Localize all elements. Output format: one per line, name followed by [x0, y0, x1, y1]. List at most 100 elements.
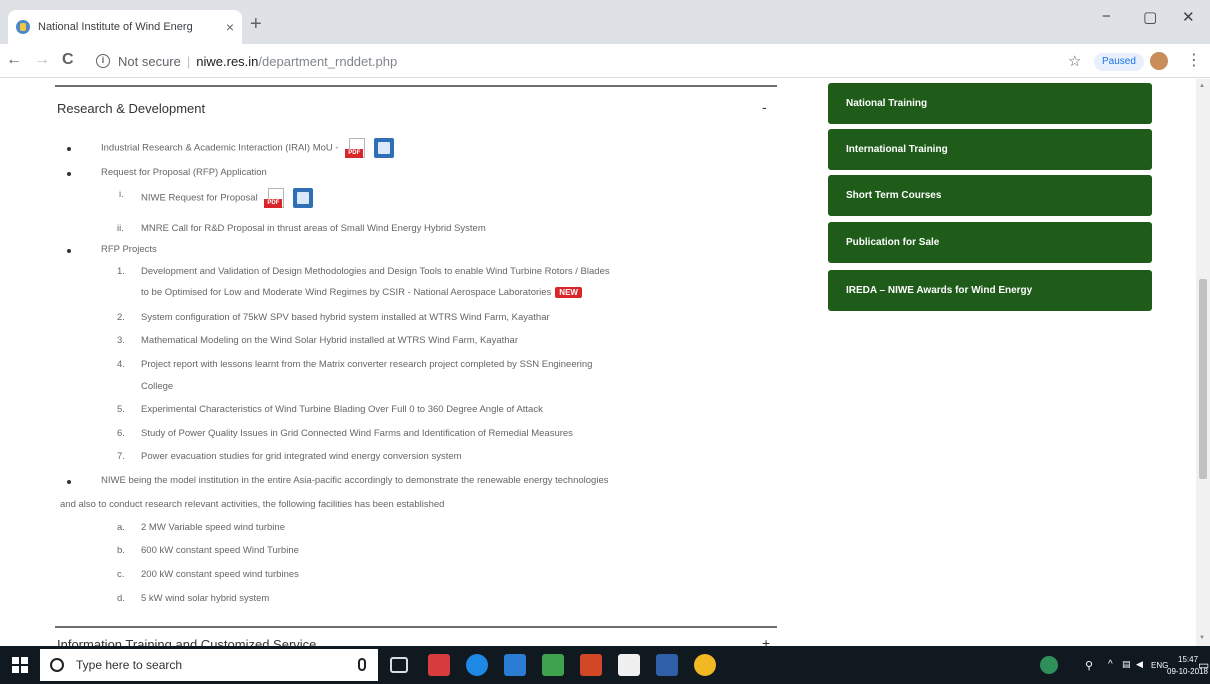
document-icon[interactable] [292, 188, 313, 208]
scroll-thumb[interactable] [1199, 279, 1207, 479]
mail-app-icon[interactable] [428, 654, 450, 676]
people-icon[interactable]: ⚲ [1085, 659, 1093, 672]
bullet [67, 480, 71, 484]
list-number: ii. [117, 223, 124, 234]
maximize-button[interactable]: ▢ [1143, 8, 1157, 26]
list-number: 7. [117, 451, 125, 462]
security-label: Not secure [118, 53, 181, 69]
close-window-button[interactable]: ✕ [1182, 8, 1195, 26]
list-number: 2. [117, 312, 125, 323]
url-path: /department_rnddet.php [258, 53, 398, 69]
project-link[interactable]: College [141, 381, 173, 392]
network-icon[interactable]: ▤ [1122, 659, 1131, 670]
microphone-icon[interactable] [358, 658, 366, 671]
browser-menu-icon[interactable]: ⋮ [1186, 50, 1202, 70]
project-link[interactable]: Power evacuation studies for grid integr… [141, 451, 462, 462]
bullet [67, 147, 71, 151]
list-number: 1. [117, 266, 125, 277]
list-number: c. [117, 569, 125, 580]
project-link[interactable]: to be Optimised for Low and Moderate Win… [141, 287, 551, 298]
site-favicon-icon [16, 20, 30, 34]
task-view-icon[interactable] [390, 657, 408, 673]
project-link[interactable]: Experimental Characteristics of Wind Tur… [141, 404, 543, 415]
cortana-icon [50, 658, 64, 672]
scroll-up-icon[interactable]: ▲ [1199, 83, 1205, 89]
list-number: 6. [117, 428, 125, 439]
facility-item: 5 kW wind solar hybrid system [141, 593, 270, 604]
edge-browser-icon[interactable] [466, 654, 488, 676]
list-number: 3. [117, 335, 125, 346]
sidebar-international-training-button[interactable]: International Training [828, 129, 1152, 170]
project-link[interactable]: System configuration of 75kW SPV based h… [141, 312, 550, 323]
tab-close-icon[interactable]: × [226, 19, 234, 35]
profile-avatar[interactable] [1150, 52, 1168, 70]
section-title[interactable]: Research & Development [57, 101, 205, 116]
volume-icon[interactable]: ◀ [1136, 659, 1143, 670]
taskbar-search-box[interactable] [40, 649, 378, 681]
document-icon[interactable] [373, 138, 394, 158]
info-icon[interactable]: i [96, 54, 110, 68]
project-link[interactable]: Development and Validation of Design Met… [141, 266, 610, 277]
taskbar-search-input[interactable] [76, 658, 326, 672]
tray-app-icon[interactable] [1040, 656, 1058, 674]
paused-sync-button[interactable]: Paused [1094, 53, 1144, 71]
project-link[interactable]: Study of Power Quality Issues in Grid Co… [141, 428, 573, 439]
sidebar-publication-for-sale-button[interactable]: Publication for Sale [828, 222, 1152, 263]
project-line: to be Optimised for Low and Moderate Win… [141, 287, 582, 298]
sidebar-national-training-button[interactable]: National Training [828, 83, 1152, 124]
project-link[interactable]: Project report with lessons learnt from … [141, 359, 592, 370]
list-number: b. [117, 545, 125, 556]
minimize-button[interactable]: − [1102, 8, 1111, 25]
outlook-app-icon[interactable] [656, 654, 678, 676]
sidebar-ireda-awards-button[interactable]: IREDA – NIWE Awards for Wind Energy [828, 270, 1152, 311]
store-app-icon[interactable] [618, 654, 640, 676]
browser-tab[interactable]: National Institute of Wind Energ × [8, 10, 242, 44]
facility-item: 600 kW constant speed Wind Turbine [141, 545, 299, 556]
pdf-icon[interactable] [345, 137, 367, 159]
section-collapse-toggle[interactable]: - [762, 99, 767, 115]
show-hidden-icons-icon[interactable]: ^ [1108, 659, 1113, 670]
file-explorer-icon[interactable] [542, 654, 564, 676]
word-app-icon[interactable] [504, 654, 526, 676]
page-content: Research & Development - Industrial Rese… [0, 79, 1196, 646]
list-item-irai: Industrial Research & Academic Interacti… [101, 137, 394, 159]
windows-taskbar: ⚲ ^ ▤ ◀ ENG 15:47 09-10-2018 ▭ [0, 646, 1210, 684]
pdf-icon[interactable] [264, 187, 286, 209]
scroll-down-icon[interactable]: ▼ [1199, 635, 1205, 641]
new-tab-button[interactable]: + [250, 14, 262, 34]
url-host: niwe.res.in [196, 53, 259, 69]
browser-toolbar: ← → C i Not secure | niwe.res.in /depart… [0, 44, 1210, 78]
powerpoint-app-icon[interactable] [580, 654, 602, 676]
back-button[interactable]: ← [6, 51, 22, 69]
list-number: 4. [117, 359, 125, 370]
niwe-rfp-link[interactable]: NIWE Request for Proposal [141, 193, 258, 204]
new-badge: NEW [555, 287, 582, 298]
section-divider [55, 626, 777, 628]
browser-tab-strip: National Institute of Wind Energ × + − ▢… [0, 0, 1210, 44]
irai-link[interactable]: Industrial Research & Academic Interacti… [101, 143, 339, 154]
next-section-expand-toggle[interactable]: + [762, 635, 770, 646]
reload-button[interactable]: C [62, 51, 74, 69]
forward-button[interactable]: → [34, 51, 50, 69]
bookmark-star-icon[interactable]: ☆ [1068, 52, 1081, 70]
chrome-browser-icon[interactable] [694, 654, 716, 676]
windows-start-icon[interactable] [12, 657, 28, 673]
next-section-title[interactable]: Information Training and Customized Serv… [57, 637, 316, 646]
clock-time[interactable]: 15:47 [1178, 655, 1198, 664]
bullet [67, 249, 71, 253]
address-bar[interactable]: i Not secure | niwe.res.in /department_r… [96, 49, 1056, 73]
facility-item: 2 MW Variable speed wind turbine [141, 522, 285, 533]
list-number: 5. [117, 404, 125, 415]
list-number: i. [119, 189, 124, 200]
section-divider [55, 85, 777, 87]
language-indicator[interactable]: ENG [1151, 661, 1168, 670]
facility-item: 200 kW constant speed wind turbines [141, 569, 299, 580]
sidebar-short-term-courses-button[interactable]: Short Term Courses [828, 175, 1152, 216]
page-scrollbar[interactable]: ▲ ▼ [1196, 79, 1210, 646]
project-link[interactable]: Mathematical Modeling on the Wind Solar … [141, 335, 518, 346]
list-item-rfp-sub: NIWE Request for Proposal [141, 187, 313, 209]
niwe-paragraph-line1: NIWE being the model institution in the … [101, 475, 609, 486]
niwe-paragraph-line2: and also to conduct research relevant ac… [60, 499, 445, 510]
mnre-rfp-link[interactable]: MNRE Call for R&D Proposal in thrust are… [141, 223, 486, 234]
action-center-icon[interactable]: ▭ [1198, 658, 1209, 672]
